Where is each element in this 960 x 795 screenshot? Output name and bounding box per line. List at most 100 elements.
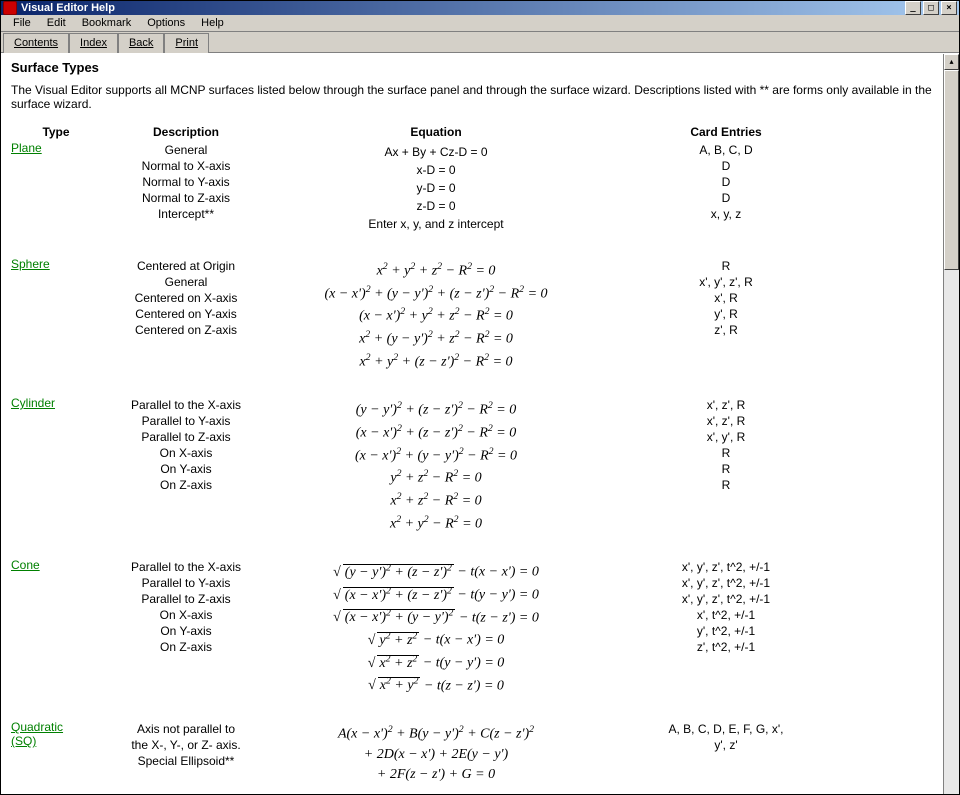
card-entry-line: D — [601, 191, 851, 205]
maximize-button[interactable]: □ — [923, 1, 939, 15]
surface-section: Sphere Centered at Origin General Centered … — [11, 257, 933, 374]
vertical-scrollbar[interactable]: ▴ ▾ — [943, 54, 959, 795]
equation-line: (y − y')2 + (z − z')2 − t(x − x') = 0 — [271, 562, 601, 581]
surface-type-link[interactable]: Plane — [11, 141, 42, 155]
equation-line: A(x − x')2 + B(y − y')2 + C(z − z')2 — [271, 724, 601, 743]
description-line: Parallel to the X-axis — [101, 560, 271, 574]
description-line: Parallel to Z-axis — [101, 430, 271, 444]
card-entry-line: D — [601, 159, 851, 173]
card-entry-line: R — [601, 462, 851, 476]
card-entry-line: x', y', R — [601, 430, 851, 444]
equation-line: x2 + y2 − t(z − z') = 0 — [271, 676, 601, 695]
equation-line: (x − x')2 + y2 + z2 − R2 = 0 — [271, 306, 601, 325]
window-title: Visual Editor Help — [21, 2, 115, 14]
app-icon — [3, 1, 17, 15]
description-line: Centered at Origin — [101, 259, 271, 273]
menu-bar: File Edit Bookmark Options Help — [1, 15, 959, 32]
card-entry-line: x', y', z', R — [601, 275, 851, 289]
equation-line: Enter x, y, and z intercept — [271, 217, 601, 231]
description-line: Special Ellipsoid** — [101, 754, 271, 768]
window-controls: _ □ × — [905, 1, 957, 15]
description-line: Normal to Z-axis — [101, 191, 271, 205]
equation-line: z-D = 0 — [271, 199, 601, 213]
card-entry-line: y', t^2, +/-1 — [601, 624, 851, 638]
scroll-up-button[interactable]: ▴ — [944, 54, 959, 70]
intro-text: The Visual Editor supports all MCNP surf… — [11, 83, 933, 111]
tab-back[interactable]: Back — [118, 33, 164, 53]
app-window: Visual Editor Help _ □ × File Edit Bookm… — [0, 0, 960, 795]
equation-line: (x − x')2 + (y − y')2 + (z − z')2 − R2 =… — [271, 284, 601, 303]
card-entry-line: y', R — [601, 307, 851, 321]
description-line: On Y-axis — [101, 462, 271, 476]
equation-line: x2 + y2 − R2 = 0 — [271, 514, 601, 533]
card-entry-line: y', z' — [601, 738, 851, 752]
equation-line: x-D = 0 — [271, 163, 601, 177]
description-line: Parallel to Y-axis — [101, 576, 271, 590]
description-line: On X-axis — [101, 446, 271, 460]
description-line: Parallel to the X-axis — [101, 398, 271, 412]
equation-line: Ax + By + Cz-D = 0 — [271, 145, 601, 159]
card-entry-line: x', y', z', t^2, +/-1 — [601, 560, 851, 574]
surface-type-link[interactable]: Quadratic(SQ) — [11, 720, 63, 748]
description-line: On Z-axis — [101, 478, 271, 492]
help-content: Surface Types The Visual Editor supports… — [1, 54, 943, 795]
card-entry-line: D — [601, 175, 851, 189]
card-entry-line: R — [601, 478, 851, 492]
col-header-equation: Equation — [271, 125, 601, 139]
card-entry-line: A, B, C, D — [601, 143, 851, 157]
menu-file[interactable]: File — [5, 15, 39, 31]
tab-index[interactable]: Index — [69, 33, 118, 53]
surface-table: Type Description Equation Card Entries P… — [11, 125, 933, 787]
equation-line: (x − x')2 + (y − y')2 − R2 = 0 — [271, 446, 601, 465]
surface-type-link[interactable]: Sphere — [11, 257, 50, 271]
card-entry-line: x', z', R — [601, 398, 851, 412]
equation-line: y2 + z2 − t(x − x') = 0 — [271, 630, 601, 649]
equation-line: y-D = 0 — [271, 181, 601, 195]
tab-print[interactable]: Print — [164, 33, 209, 53]
tab-contents[interactable]: Contents — [3, 33, 69, 53]
equation-line: (x − x')2 + (z − z')2 − R2 = 0 — [271, 423, 601, 442]
equation-line: (x − x')2 + (y − y')2 − t(z − z') = 0 — [271, 608, 601, 627]
description-line: the X-, Y-, or Z- axis. — [101, 738, 271, 752]
description-line: Centered on X-axis — [101, 291, 271, 305]
card-entry-line: R — [601, 259, 851, 273]
menu-help[interactable]: Help — [193, 15, 232, 31]
description-line: Parallel to Y-axis — [101, 414, 271, 428]
equation-line: (y − y')2 + (z − z')2 − R2 = 0 — [271, 400, 601, 419]
card-entry-line: R — [601, 446, 851, 460]
equation-line: x2 + z2 − R2 = 0 — [271, 491, 601, 510]
close-button[interactable]: × — [941, 1, 957, 15]
description-line: General — [101, 275, 271, 289]
card-entry-line: z', t^2, +/-1 — [601, 640, 851, 654]
menu-bookmark[interactable]: Bookmark — [74, 15, 140, 31]
col-header-description: Description — [101, 125, 271, 139]
surface-section: Cylinder Parallel to the X-axis Parallel t… — [11, 396, 933, 536]
card-entry-line: x', y', z', t^2, +/-1 — [601, 592, 851, 606]
surface-section: Quadratic(SQ) Axis not parallel to the X-,… — [11, 720, 933, 787]
equation-line: (x − x')2 + (z − z')2 − t(y − y') = 0 — [271, 585, 601, 604]
scroll-thumb[interactable] — [944, 70, 959, 270]
equation-line: x2 + (y − y')2 + z2 − R2 = 0 — [271, 329, 601, 348]
surface-type-link[interactable]: Cylinder — [11, 396, 55, 410]
scroll-track[interactable] — [944, 70, 959, 795]
minimize-button[interactable]: _ — [905, 1, 921, 15]
card-entry-line: x', y', z', t^2, +/-1 — [601, 576, 851, 590]
equation-line: x2 + y2 + (z − z')2 − R2 = 0 — [271, 352, 601, 371]
card-entry-line: x, y, z — [601, 207, 851, 221]
description-line: On Y-axis — [101, 624, 271, 638]
description-line: Normal to Y-axis — [101, 175, 271, 189]
equation-line: y2 + z2 − R2 = 0 — [271, 468, 601, 487]
equation-line: + 2D(x − x') + 2E(y − y') — [271, 747, 601, 763]
card-entry-line: x', z', R — [601, 414, 851, 428]
description-line: Intercept** — [101, 207, 271, 221]
surface-section: PlaneGeneralNormal to X-axisNormal to Y-… — [11, 141, 933, 235]
equation-line: x2 + z2 − t(y − y') = 0 — [271, 653, 601, 672]
menu-options[interactable]: Options — [139, 15, 193, 31]
card-entry-line: A, B, C, D, E, F, G, x', — [601, 722, 851, 736]
description-line: On X-axis — [101, 608, 271, 622]
page-heading: Surface Types — [11, 60, 933, 75]
menu-edit[interactable]: Edit — [39, 15, 74, 31]
card-entry-line: x', t^2, +/-1 — [601, 608, 851, 622]
description-line: Axis not parallel to — [101, 722, 271, 736]
surface-type-link[interactable]: Cone — [11, 558, 40, 572]
